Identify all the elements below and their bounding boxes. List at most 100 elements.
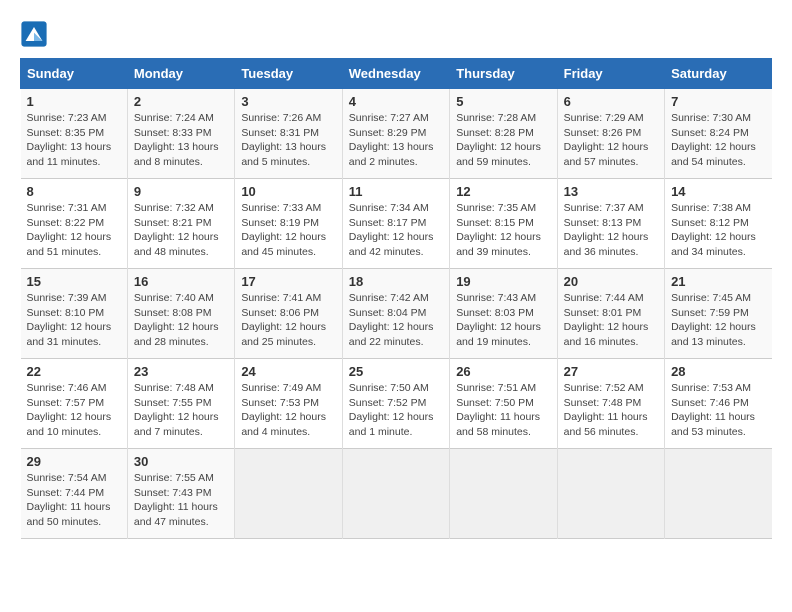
calendar-cell: 7Sunrise: 7:30 AM Sunset: 8:24 PM Daylig…	[665, 89, 772, 179]
day-info: Sunrise: 7:55 AM Sunset: 7:43 PM Dayligh…	[134, 471, 228, 530]
day-info: Sunrise: 7:42 AM Sunset: 8:04 PM Dayligh…	[349, 291, 443, 350]
day-info: Sunrise: 7:46 AM Sunset: 7:57 PM Dayligh…	[27, 381, 121, 440]
day-info: Sunrise: 7:54 AM Sunset: 7:44 PM Dayligh…	[27, 471, 121, 530]
calendar-cell: 12 Sunrise: 7:35 AM Sunset: 8:15 PM Dayli…	[450, 179, 557, 269]
calendar-cell: 11 Sunrise: 7:34 AM Sunset: 8:17 PM Dayli…	[342, 179, 449, 269]
column-header-thursday: Thursday	[450, 59, 557, 89]
calendar-cell: 6 Sunrise: 7:29 AM Sunset: 8:26 PM Daylig…	[557, 89, 664, 179]
calendar-cell: 1 Sunrise: 7:23 AM Sunset: 8:35 PM Daylig…	[21, 89, 128, 179]
day-number: 10	[241, 184, 335, 199]
calendar-cell	[557, 449, 664, 539]
calendar-cell: 8Sunrise: 7:31 AM Sunset: 8:22 PM Daylig…	[21, 179, 128, 269]
day-info: Sunrise: 7:24 AM Sunset: 8:33 PM Dayligh…	[134, 111, 228, 170]
logo-icon	[20, 20, 48, 48]
calendar-cell: 24 Sunrise: 7:49 AM Sunset: 7:53 PM Dayli…	[235, 359, 342, 449]
day-number: 21	[671, 274, 765, 289]
day-number: 15	[27, 274, 121, 289]
day-number: 17	[241, 274, 335, 289]
calendar-cell: 3 Sunrise: 7:26 AM Sunset: 8:31 PM Daylig…	[235, 89, 342, 179]
day-number: 2	[134, 94, 228, 109]
day-number: 12	[456, 184, 550, 199]
calendar-cell	[235, 449, 342, 539]
calendar-cell: 4Sunrise: 7:27 AM Sunset: 8:29 PM Daylig…	[342, 89, 449, 179]
day-number: 5	[456, 94, 550, 109]
calendar-cell	[342, 449, 449, 539]
day-number: 26	[456, 364, 550, 379]
day-info: Sunrise: 7:23 AM Sunset: 8:35 PM Dayligh…	[27, 111, 121, 170]
calendar-cell: 27 Sunrise: 7:52 AM Sunset: 7:48 PM Dayli…	[557, 359, 664, 449]
calendar-cell: 21 Sunrise: 7:45 AM Sunset: 7:59 PM Dayli…	[665, 269, 772, 359]
calendar-cell: 15Sunrise: 7:39 AM Sunset: 8:10 PM Dayli…	[21, 269, 128, 359]
column-header-wednesday: Wednesday	[342, 59, 449, 89]
calendar-cell: 28 Sunrise: 7:53 AM Sunset: 7:46 PM Dayli…	[665, 359, 772, 449]
calendar-cell: 14 Sunrise: 7:38 AM Sunset: 8:12 PM Dayli…	[665, 179, 772, 269]
day-info: Sunrise: 7:51 AM Sunset: 7:50 PM Dayligh…	[456, 381, 550, 440]
day-number: 8	[27, 184, 121, 199]
calendar-cell: 13 Sunrise: 7:37 AM Sunset: 8:13 PM Dayli…	[557, 179, 664, 269]
day-info: Sunrise: 7:49 AM Sunset: 7:53 PM Dayligh…	[241, 381, 335, 440]
calendar-cell: 9 Sunrise: 7:32 AM Sunset: 8:21 PM Daylig…	[127, 179, 234, 269]
day-number: 27	[564, 364, 658, 379]
calendar-cell	[450, 449, 557, 539]
day-info: Sunrise: 7:41 AM Sunset: 8:06 PM Dayligh…	[241, 291, 335, 350]
column-header-sunday: Sunday	[21, 59, 128, 89]
column-header-tuesday: Tuesday	[235, 59, 342, 89]
day-info: Sunrise: 7:28 AM Sunset: 8:28 PM Dayligh…	[456, 111, 550, 170]
day-number: 16	[134, 274, 228, 289]
day-number: 3	[241, 94, 335, 109]
day-info: Sunrise: 7:44 AM Sunset: 8:01 PM Dayligh…	[564, 291, 658, 350]
calendar-cell: 25 Sunrise: 7:50 AM Sunset: 7:52 PM Dayli…	[342, 359, 449, 449]
calendar-week-row: 8Sunrise: 7:31 AM Sunset: 8:22 PM Daylig…	[21, 179, 772, 269]
column-header-friday: Friday	[557, 59, 664, 89]
day-info: Sunrise: 7:37 AM Sunset: 8:13 PM Dayligh…	[564, 201, 658, 260]
calendar-cell: 18Sunrise: 7:42 AM Sunset: 8:04 PM Dayli…	[342, 269, 449, 359]
calendar-week-row: 15Sunrise: 7:39 AM Sunset: 8:10 PM Dayli…	[21, 269, 772, 359]
calendar-cell: 19 Sunrise: 7:43 AM Sunset: 8:03 PM Dayli…	[450, 269, 557, 359]
day-number: 30	[134, 454, 228, 469]
calendar-cell: 23 Sunrise: 7:48 AM Sunset: 7:55 PM Dayli…	[127, 359, 234, 449]
calendar-cell: 22 Sunrise: 7:46 AM Sunset: 7:57 PM Dayli…	[21, 359, 128, 449]
column-header-monday: Monday	[127, 59, 234, 89]
day-info: Sunrise: 7:43 AM Sunset: 8:03 PM Dayligh…	[456, 291, 550, 350]
calendar-cell: 16 Sunrise: 7:40 AM Sunset: 8:08 PM Dayli…	[127, 269, 234, 359]
day-number: 14	[671, 184, 765, 199]
day-number: 7	[671, 94, 765, 109]
column-header-saturday: Saturday	[665, 59, 772, 89]
day-info: Sunrise: 7:26 AM Sunset: 8:31 PM Dayligh…	[241, 111, 335, 170]
calendar-week-row: 22 Sunrise: 7:46 AM Sunset: 7:57 PM Dayli…	[21, 359, 772, 449]
day-info: Sunrise: 7:52 AM Sunset: 7:48 PM Dayligh…	[564, 381, 658, 440]
day-info: Sunrise: 7:34 AM Sunset: 8:17 PM Dayligh…	[349, 201, 443, 260]
day-number: 23	[134, 364, 228, 379]
day-number: 9	[134, 184, 228, 199]
day-number: 13	[564, 184, 658, 199]
day-info: Sunrise: 7:50 AM Sunset: 7:52 PM Dayligh…	[349, 381, 443, 440]
logo	[20, 20, 52, 48]
calendar-cell: 2 Sunrise: 7:24 AM Sunset: 8:33 PM Daylig…	[127, 89, 234, 179]
day-info: Sunrise: 7:45 AM Sunset: 7:59 PM Dayligh…	[671, 291, 765, 350]
day-info: Sunrise: 7:27 AM Sunset: 8:29 PM Dayligh…	[349, 111, 443, 170]
day-number: 20	[564, 274, 658, 289]
calendar-cell: 20 Sunrise: 7:44 AM Sunset: 8:01 PM Dayli…	[557, 269, 664, 359]
day-number: 6	[564, 94, 658, 109]
day-number: 22	[27, 364, 121, 379]
day-info: Sunrise: 7:38 AM Sunset: 8:12 PM Dayligh…	[671, 201, 765, 260]
day-number: 1	[27, 94, 121, 109]
day-info: Sunrise: 7:35 AM Sunset: 8:15 PM Dayligh…	[456, 201, 550, 260]
day-number: 29	[27, 454, 121, 469]
day-number: 11	[349, 184, 443, 199]
page-header	[20, 20, 772, 48]
day-number: 19	[456, 274, 550, 289]
day-info: Sunrise: 7:48 AM Sunset: 7:55 PM Dayligh…	[134, 381, 228, 440]
calendar-week-row: 1 Sunrise: 7:23 AM Sunset: 8:35 PM Daylig…	[21, 89, 772, 179]
calendar-week-row: 29 Sunrise: 7:54 AM Sunset: 7:44 PM Dayli…	[21, 449, 772, 539]
calendar-cell: 29 Sunrise: 7:54 AM Sunset: 7:44 PM Dayli…	[21, 449, 128, 539]
day-number: 28	[671, 364, 765, 379]
calendar-cell: 5 Sunrise: 7:28 AM Sunset: 8:28 PM Daylig…	[450, 89, 557, 179]
day-info: Sunrise: 7:40 AM Sunset: 8:08 PM Dayligh…	[134, 291, 228, 350]
day-info: Sunrise: 7:29 AM Sunset: 8:26 PM Dayligh…	[564, 111, 658, 170]
day-number: 25	[349, 364, 443, 379]
calendar-cell: 10Sunrise: 7:33 AM Sunset: 8:19 PM Dayli…	[235, 179, 342, 269]
day-info: Sunrise: 7:32 AM Sunset: 8:21 PM Dayligh…	[134, 201, 228, 260]
day-info: Sunrise: 7:53 AM Sunset: 7:46 PM Dayligh…	[671, 381, 765, 440]
day-number: 24	[241, 364, 335, 379]
